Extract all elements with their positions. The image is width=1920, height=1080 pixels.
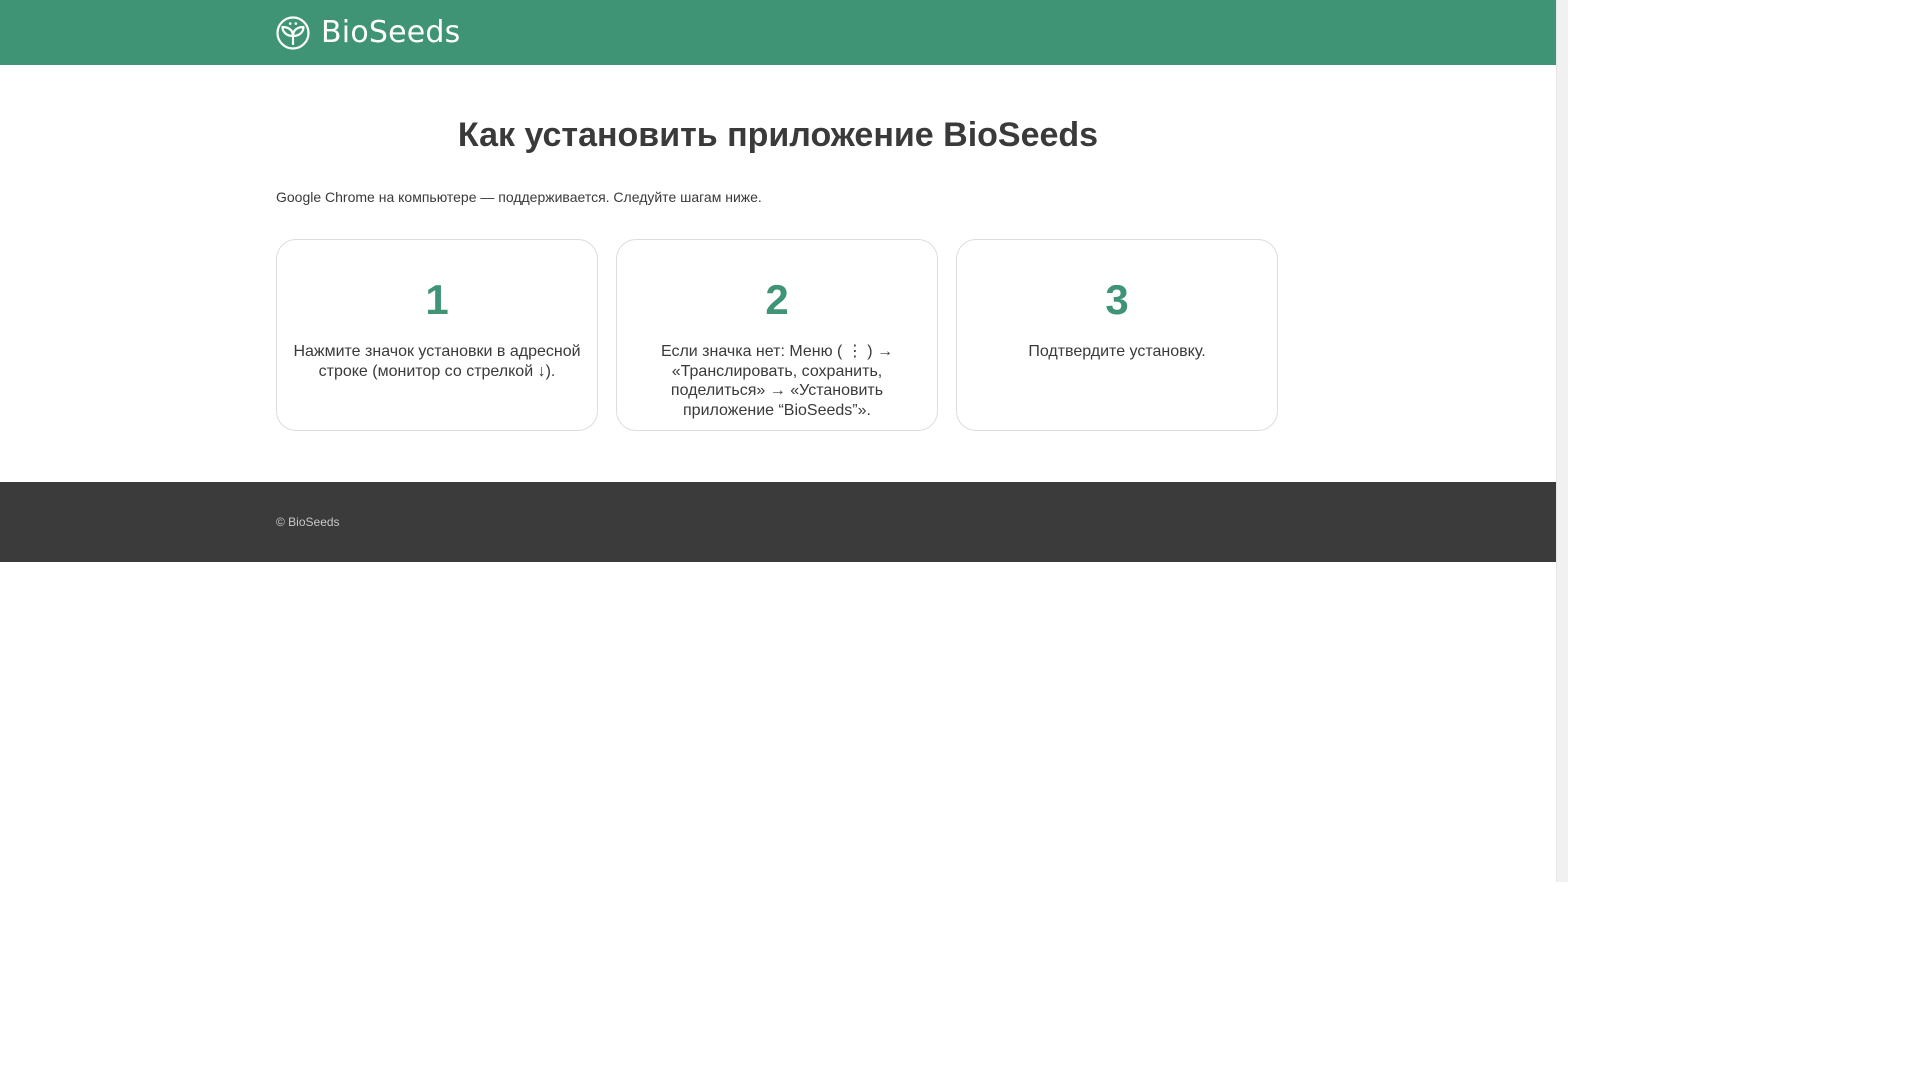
step-text: Нажмите значок установки в адресной стро… — [293, 343, 581, 380]
copyright-text: © BioSeeds — [276, 515, 340, 529]
step-card-2: 2 Если значка нет: Меню ( ⋮ ) → «Трансли… — [616, 239, 938, 431]
step-number: 1 — [425, 276, 449, 323]
intro-text: Google Chrome на компьютере — поддержива… — [276, 189, 762, 205]
step-text: Если значка нет: Меню ( ⋮ ) → «Транслиро… — [660, 343, 894, 419]
step-card-3: 3 Подтвердите установку. — [956, 239, 1278, 431]
step-text: Подтвердите установку. — [1028, 343, 1206, 360]
site-footer: © BioSeeds — [0, 482, 1556, 562]
vertical-scrollbar[interactable] — [1556, 0, 1568, 882]
sprout-circle-icon — [276, 16, 310, 50]
logo-text: BioSeeds — [321, 15, 461, 50]
logo[interactable]: BioSeeds — [276, 16, 461, 50]
step-number: 2 — [765, 276, 789, 323]
step-number: 3 — [1105, 276, 1129, 323]
site-header: BioSeeds — [0, 0, 1556, 65]
step-card-1: 1 Нажмите значок установки в адресной ст… — [276, 239, 598, 431]
page-title: Как установить приложение BioSeeds — [457, 116, 1099, 154]
